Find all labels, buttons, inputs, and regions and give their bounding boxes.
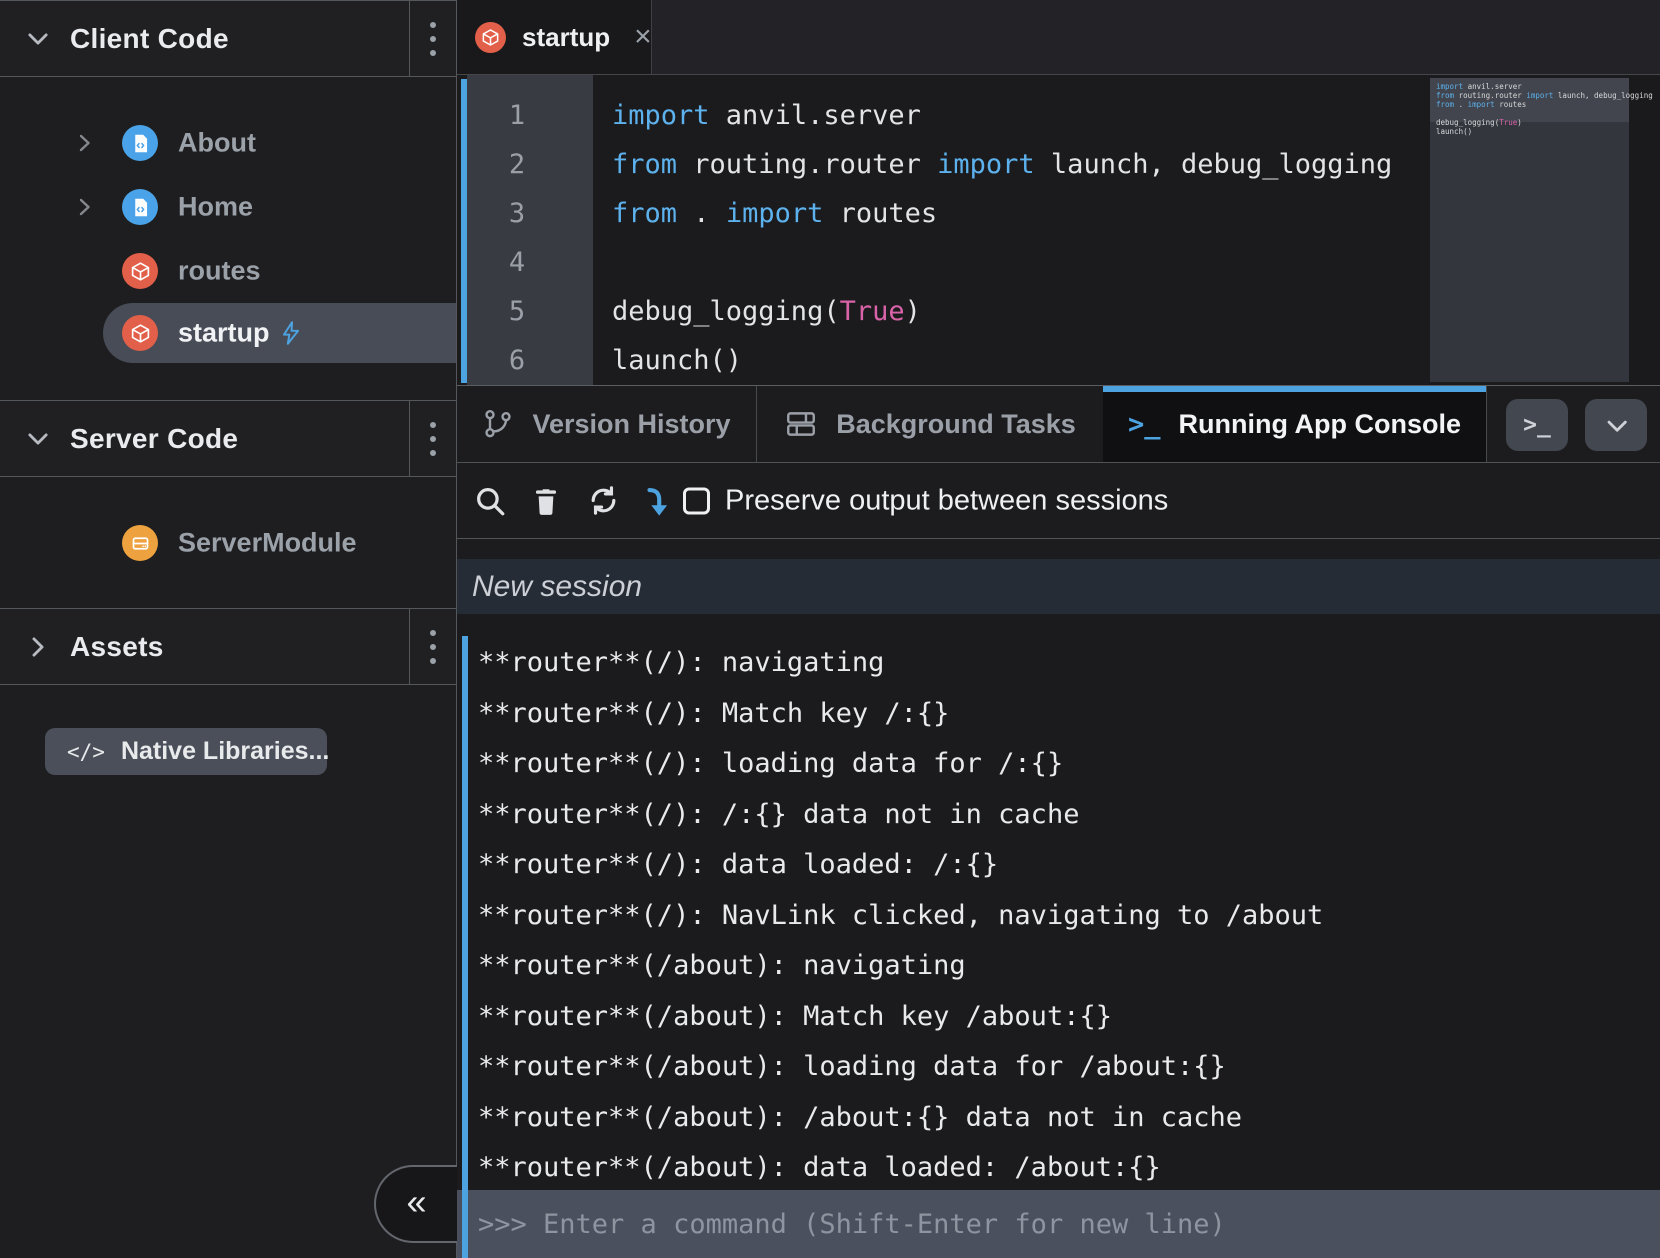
scroll-to-bottom-icon[interactable] <box>639 482 677 520</box>
tab-background-tasks[interactable]: Background Tasks <box>757 386 1103 462</box>
code-line: 4 <box>467 238 1430 287</box>
code-editor[interactable]: 1 import anvil.server 2 from routing.rou… <box>457 75 1660 385</box>
console-line: **router**(/about): navigating <box>478 941 1660 992</box>
console-line: **router**(/): data loaded: /:{} <box>478 840 1660 891</box>
line-number: 1 <box>467 100 567 131</box>
console-line: **router**(/): Match key /:{} <box>478 689 1660 740</box>
tab-version-history[interactable]: Version History <box>457 386 757 462</box>
sidebar-item-routes[interactable]: routes <box>0 241 456 301</box>
server-code-section-header[interactable]: Server Code <box>0 400 456 477</box>
code-line: 6 launch() <box>467 336 1430 385</box>
sidebar-item-label: Home <box>178 192 253 223</box>
chevron-right-icon[interactable] <box>72 131 96 155</box>
console-line: **router**(/about): data loaded: /about:… <box>478 1143 1660 1190</box>
form-icon <box>122 189 158 225</box>
editor-scrollbar-track[interactable] <box>1629 75 1660 385</box>
sidebar-item-label: About <box>178 128 256 159</box>
panel-tab-bar: Version History Background Tasks >_ Runn… <box>457 386 1660 463</box>
code-line: 3 from . import routes <box>467 189 1430 238</box>
collapse-console-button[interactable] <box>1585 399 1647 451</box>
panel-tab-label: Version History <box>532 409 730 440</box>
tab-label: startup <box>522 22 610 53</box>
sidebar-item-about[interactable]: About <box>0 113 456 173</box>
native-libraries-button[interactable]: </> Native Libraries... <box>45 728 327 775</box>
assets-section-header[interactable]: Assets <box>0 608 456 685</box>
module-icon <box>122 315 158 351</box>
code-lines: 1 import anvil.server 2 from routing.rou… <box>467 91 1430 385</box>
console-line: **router**(/): NavLink clicked, navigati… <box>478 891 1660 942</box>
refresh-icon[interactable] <box>584 482 622 520</box>
line-number: 2 <box>467 149 567 180</box>
console-command-input[interactable]: >>> Enter a command (Shift-Enter for new… <box>457 1190 1660 1258</box>
sidebar-item-startup[interactable]: startup <box>0 302 456 364</box>
startup-lightning-icon <box>278 320 304 346</box>
server-code-menu-button[interactable] <box>409 401 456 476</box>
chevron-right-icon <box>24 633 52 661</box>
line-number: 4 <box>467 247 567 278</box>
preserve-output-checkbox[interactable] <box>683 487 710 514</box>
console-accent-bar <box>462 636 468 1258</box>
form-icon <box>122 125 158 161</box>
sidebar-item-servermodule[interactable]: ServerModule <box>0 513 456 573</box>
line-number: 3 <box>467 198 567 229</box>
module-icon <box>475 22 506 53</box>
console-line: **router**(/): navigating <box>478 638 1660 689</box>
tab-startup[interactable]: startup × <box>457 0 652 74</box>
open-terminal-button[interactable]: >_ <box>1506 399 1568 451</box>
chevron-down-icon <box>24 425 52 453</box>
sidebar-item-label: startup <box>178 318 270 349</box>
client-code-menu-button[interactable] <box>409 1 456 76</box>
minimap-viewport: import anvil.server from routing.router … <box>1430 78 1629 122</box>
session-divider: New session <box>457 559 1660 614</box>
chevron-right-icon[interactable] <box>72 195 96 219</box>
active-tab-indicator <box>1103 386 1486 392</box>
line-number: 5 <box>467 296 567 327</box>
sidebar-item-home[interactable]: Home <box>0 177 456 237</box>
sidebar-item-label: ServerModule <box>178 528 357 559</box>
terminal-prompt-icon: >_ <box>1128 409 1161 440</box>
preserve-output-label: Preserve output between sessions <box>725 484 1168 517</box>
line-number: 6 <box>467 345 567 376</box>
bottom-panel: Version History Background Tasks >_ Runn… <box>457 385 1660 1258</box>
code-line: 1 import anvil.server <box>467 91 1430 140</box>
assets-menu-button[interactable] <box>409 609 456 684</box>
console-line: **router**(/): loading data for /:{} <box>478 739 1660 790</box>
server-module-icon <box>122 525 158 561</box>
console-toolbar: Preserve output between sessions <box>457 463 1660 539</box>
console-line: **router**(/about): Match key /about:{} <box>478 992 1660 1043</box>
collapse-panel-button[interactable]: « <box>374 1165 457 1243</box>
panel-tab-label: Background Tasks <box>836 409 1076 440</box>
console-line: **router**(/): /:{} data not in cache <box>478 790 1660 841</box>
code-brackets-icon: </> <box>67 740 105 764</box>
panel-tab-label: Running App Console <box>1179 409 1461 440</box>
editor-tab-bar: startup × <box>457 0 1660 75</box>
section-title: Server Code <box>70 423 238 455</box>
command-input-placeholder: >>> Enter a command (Shift-Enter for new… <box>478 1209 1226 1240</box>
code-line: 5 debug_logging(True) <box>467 287 1430 336</box>
tab-running-app-console[interactable]: >_ Running App Console <box>1103 386 1487 462</box>
terminal-prompt-icon: >_ <box>1523 412 1551 438</box>
client-code-section-header[interactable]: Client Code <box>0 0 456 77</box>
code-line: 2 from routing.router import launch, deb… <box>467 140 1430 189</box>
git-branch-icon <box>482 408 514 440</box>
trash-icon[interactable] <box>527 482 565 520</box>
app-browser-sidebar: Client Code About Home <box>0 0 457 1258</box>
background-tasks-icon <box>784 407 818 441</box>
console-output[interactable]: **router**(/): navigating **router**(/):… <box>457 614 1660 1190</box>
console-line: **router**(/about): loading data for /ab… <box>478 1042 1660 1093</box>
section-title: Assets <box>70 631 164 663</box>
native-libraries-label: Native Libraries... <box>121 737 329 766</box>
editor-minimap[interactable]: import anvil.server from routing.router … <box>1430 78 1629 382</box>
module-icon <box>122 253 158 289</box>
anvil-ide: Client Code About Home <box>0 0 1660 1258</box>
double-chevron-left-icon: « <box>406 1184 426 1220</box>
search-icon[interactable] <box>471 482 509 520</box>
chevron-down-icon <box>1602 411 1630 439</box>
console-line: **router**(/about): /about:{} data not i… <box>478 1093 1660 1144</box>
session-label: New session <box>472 570 642 604</box>
sidebar-item-label: routes <box>178 256 261 287</box>
section-title: Client Code <box>70 23 229 55</box>
close-tab-icon[interactable]: × <box>634 22 652 52</box>
chevron-down-icon <box>24 25 52 53</box>
